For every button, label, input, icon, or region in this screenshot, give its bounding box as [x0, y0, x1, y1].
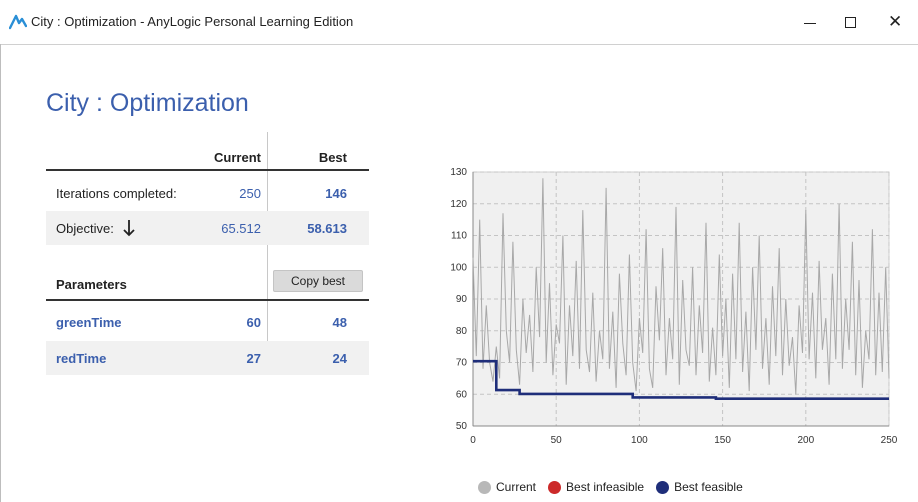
objective-best: 58.613 — [307, 220, 347, 236]
y-tick-label: 110 — [451, 231, 467, 242]
y-tick-label: 130 — [450, 167, 467, 178]
y-tick-label: 100 — [450, 262, 467, 273]
iterations-label: Iterations completed: — [56, 185, 177, 201]
close-icon[interactable]: ✕ — [873, 10, 913, 34]
iterations-row: Iterations completed: 250 146 — [46, 177, 369, 209]
y-tick-label: 120 — [450, 199, 467, 210]
objective-label: Objective: — [56, 211, 136, 245]
objective-current: 65.512 — [221, 220, 261, 236]
iterations-best: 146 — [325, 185, 347, 201]
legend-dot-best-feasible — [656, 480, 670, 494]
y-tick-label: 60 — [456, 389, 468, 400]
parameter-current: 60 — [246, 314, 261, 330]
window-title: City : Optimization - AnyLogic Personal … — [31, 14, 354, 29]
y-tick-label: 50 — [456, 421, 468, 432]
legend-label-best-feasible: Best feasible — [674, 480, 743, 494]
x-tick-label: 0 — [470, 435, 476, 446]
parameter-row-greentime: greenTime 60 48 — [46, 305, 369, 339]
parameter-name: greenTime — [56, 314, 122, 330]
parameter-name: redTime — [56, 350, 107, 366]
parameter-current: 27 — [246, 350, 261, 366]
x-tick-label: 250 — [881, 435, 898, 446]
chart-legend: Current Best infeasible Best feasible — [478, 480, 755, 494]
anylogic-logo-icon — [9, 14, 27, 30]
maximize-icon[interactable] — [831, 10, 871, 34]
window-titlebar: City : Optimization - AnyLogic Personal … — [0, 0, 918, 45]
x-tick-label: 100 — [631, 435, 648, 446]
x-tick-label: 50 — [551, 435, 563, 446]
column-header-best: Best — [318, 149, 347, 165]
y-tick-label: 70 — [456, 358, 468, 369]
minimize-icon[interactable] — [791, 10, 831, 34]
page-title: City : Optimization — [46, 89, 249, 117]
legend-label-current: Current — [496, 480, 537, 494]
objective-row: Objective: 65.512 58.613 — [46, 211, 369, 245]
x-tick-label: 200 — [797, 435, 814, 446]
legend-item-best-infeasible: Best infeasible — [548, 480, 644, 494]
iterations-current: 250 — [239, 185, 261, 201]
objective-label-text: Objective: — [56, 220, 114, 236]
parameters-header: Parameters — [56, 276, 127, 292]
parameter-best: 48 — [332, 314, 347, 330]
window-border — [0, 44, 1, 502]
x-tick-label: 150 — [714, 435, 731, 446]
arrow-down-icon — [123, 220, 135, 237]
optimization-chart: 0 50 100 150 200 2505060708090100110120130 — [450, 167, 898, 446]
legend-dot-current — [478, 480, 491, 494]
column-header-current: Current — [214, 149, 261, 165]
parameter-best: 24 — [332, 350, 347, 366]
legend-dot-best-infeasible — [548, 480, 562, 494]
y-tick-label: 80 — [456, 326, 468, 337]
legend-item-best-feasible: Best feasible — [656, 480, 743, 494]
copy-best-button[interactable]: Copy best — [273, 270, 363, 292]
legend-label-best-infeasible: Best infeasible — [566, 480, 645, 494]
y-tick-label: 90 — [456, 294, 468, 305]
legend-item-current: Current — [478, 480, 536, 494]
parameter-row-redtime: redTime 27 24 — [46, 341, 369, 375]
table-header: Current Best — [46, 145, 369, 171]
